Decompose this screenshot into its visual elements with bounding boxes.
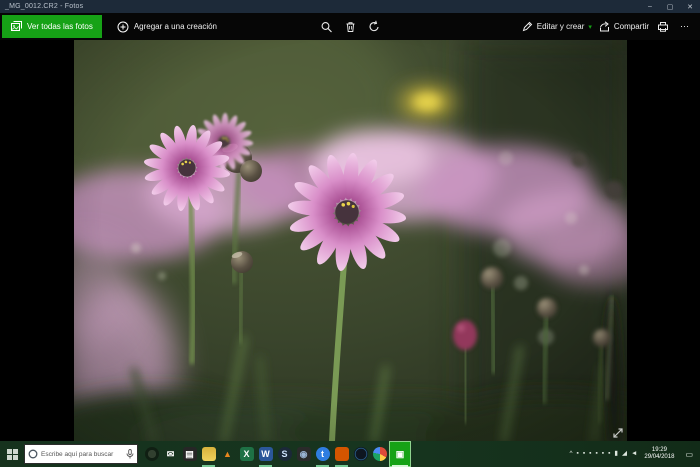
photos-icon[interactable]: ▣ [389,441,411,467]
photo-viewer-stage [0,40,700,441]
battery-icon[interactable]: ▮ [614,451,618,458]
flower-photo-image [74,40,627,441]
edit-create-button[interactable]: Editar y crear ▾ [522,21,592,32]
taskbar-apps: ✉▤ ▲XWS◉t ▣ [142,441,411,467]
rotate-icon[interactable] [368,20,381,33]
tray-app-3-icon[interactable]: ▪ [589,451,591,458]
add-to-creation-button[interactable]: Agregar a una creación [108,15,226,38]
tray-app-2-icon[interactable]: ▪ [583,451,585,458]
edit-icon [522,21,533,32]
window-controls: – ▢ ✕ [640,0,700,13]
hidden-icons-icon[interactable]: ^ [569,451,572,458]
chevron-down-icon: ▾ [588,23,592,31]
print-icon[interactable] [656,20,669,33]
share-icon [599,21,610,32]
thunderbird-icon[interactable]: t [313,441,332,467]
action-center-icon[interactable]: ▭ [681,450,697,459]
taskbar-search[interactable] [24,444,138,464]
photos-app-window: _MG_0012.CR2 - Fotos – ▢ ✕ Ver todas las… [0,0,700,467]
right-tools: Editar y crear ▾ Compartir ⋯ [522,20,700,33]
dark-app-icon[interactable]: ◉ [294,441,313,467]
steam-icon[interactable]: S [275,441,294,467]
ring-app-icon[interactable] [351,441,370,467]
view-all-photos-button[interactable]: Ver todas las fotos [2,15,102,38]
resize-icon[interactable] [613,428,623,438]
file-explorer-icon[interactable] [199,441,218,467]
clock-date: 29/04/2018 [644,454,674,461]
cortana-icon [28,449,38,459]
taskbar-clock[interactable]: 19:29 29/04/2018 [641,447,677,461]
edit-create-label: Editar y crear [537,22,585,31]
orange-app-icon[interactable] [332,441,351,467]
window-title: _MG_0012.CR2 - Fotos [0,3,83,10]
start-button[interactable] [0,441,24,467]
photo-grid-icon [11,21,22,32]
word-icon[interactable]: W [256,441,275,467]
tray-app-5-icon[interactable]: ▪ [602,451,604,458]
search-input[interactable] [41,451,123,458]
zoom-icon[interactable] [320,20,333,33]
excel-icon[interactable]: X [237,441,256,467]
command-bar: Ver todas las fotos Agregar a una creaci… [0,13,700,40]
minimize-button[interactable]: – [640,0,660,13]
add-creation-icon [117,21,129,33]
center-tools [320,20,381,33]
microphone-icon[interactable] [126,449,134,459]
tray-app-4-icon[interactable]: ▪ [595,451,597,458]
notes-app-icon[interactable]: ▤ [180,441,199,467]
delete-icon[interactable] [344,20,357,33]
share-label: Compartir [614,22,649,31]
more-options-button[interactable]: ⋯ [676,21,694,32]
mail-icon[interactable]: ✉ [161,441,180,467]
clock-time: 19:29 [652,447,667,454]
maximize-button[interactable]: ▢ [660,0,680,13]
system-tray: ^ ▪ ▪ ▪ ▪ ▪ ▪ ▮ ◢ ◄ 19:29 29/04/2018 ▭ [569,447,700,461]
view-all-photos-label: Ver todas las fotos [27,22,93,31]
taskbar: ✉▤ ▲XWS◉t ▣ ^ ▪ ▪ ▪ ▪ ▪ ▪ ▮ ◢ ◄ 19:29 29/04/2018 ▭ [0,441,700,467]
add-to-creation-label: Agregar a una creación [134,22,217,31]
tray-app-1-icon[interactable]: ▪ [577,451,579,458]
volume-icon[interactable]: ◄ [631,451,637,458]
network-icon[interactable]: ◢ [622,451,627,458]
tray-icons-wrap: ^ ▪ ▪ ▪ ▪ ▪ ▪ ▮ ◢ ◄ [569,451,637,458]
tray-app-6-icon[interactable]: ▪ [608,451,610,458]
task-view-icon[interactable] [142,441,161,467]
photo-canvas[interactable] [74,40,627,441]
title-bar: _MG_0012.CR2 - Fotos – ▢ ✕ [0,0,700,13]
close-button[interactable]: ✕ [680,0,700,13]
share-button[interactable]: Compartir [599,21,649,32]
vlc-icon[interactable]: ▲ [218,441,237,467]
chrome-icon[interactable] [370,441,389,467]
